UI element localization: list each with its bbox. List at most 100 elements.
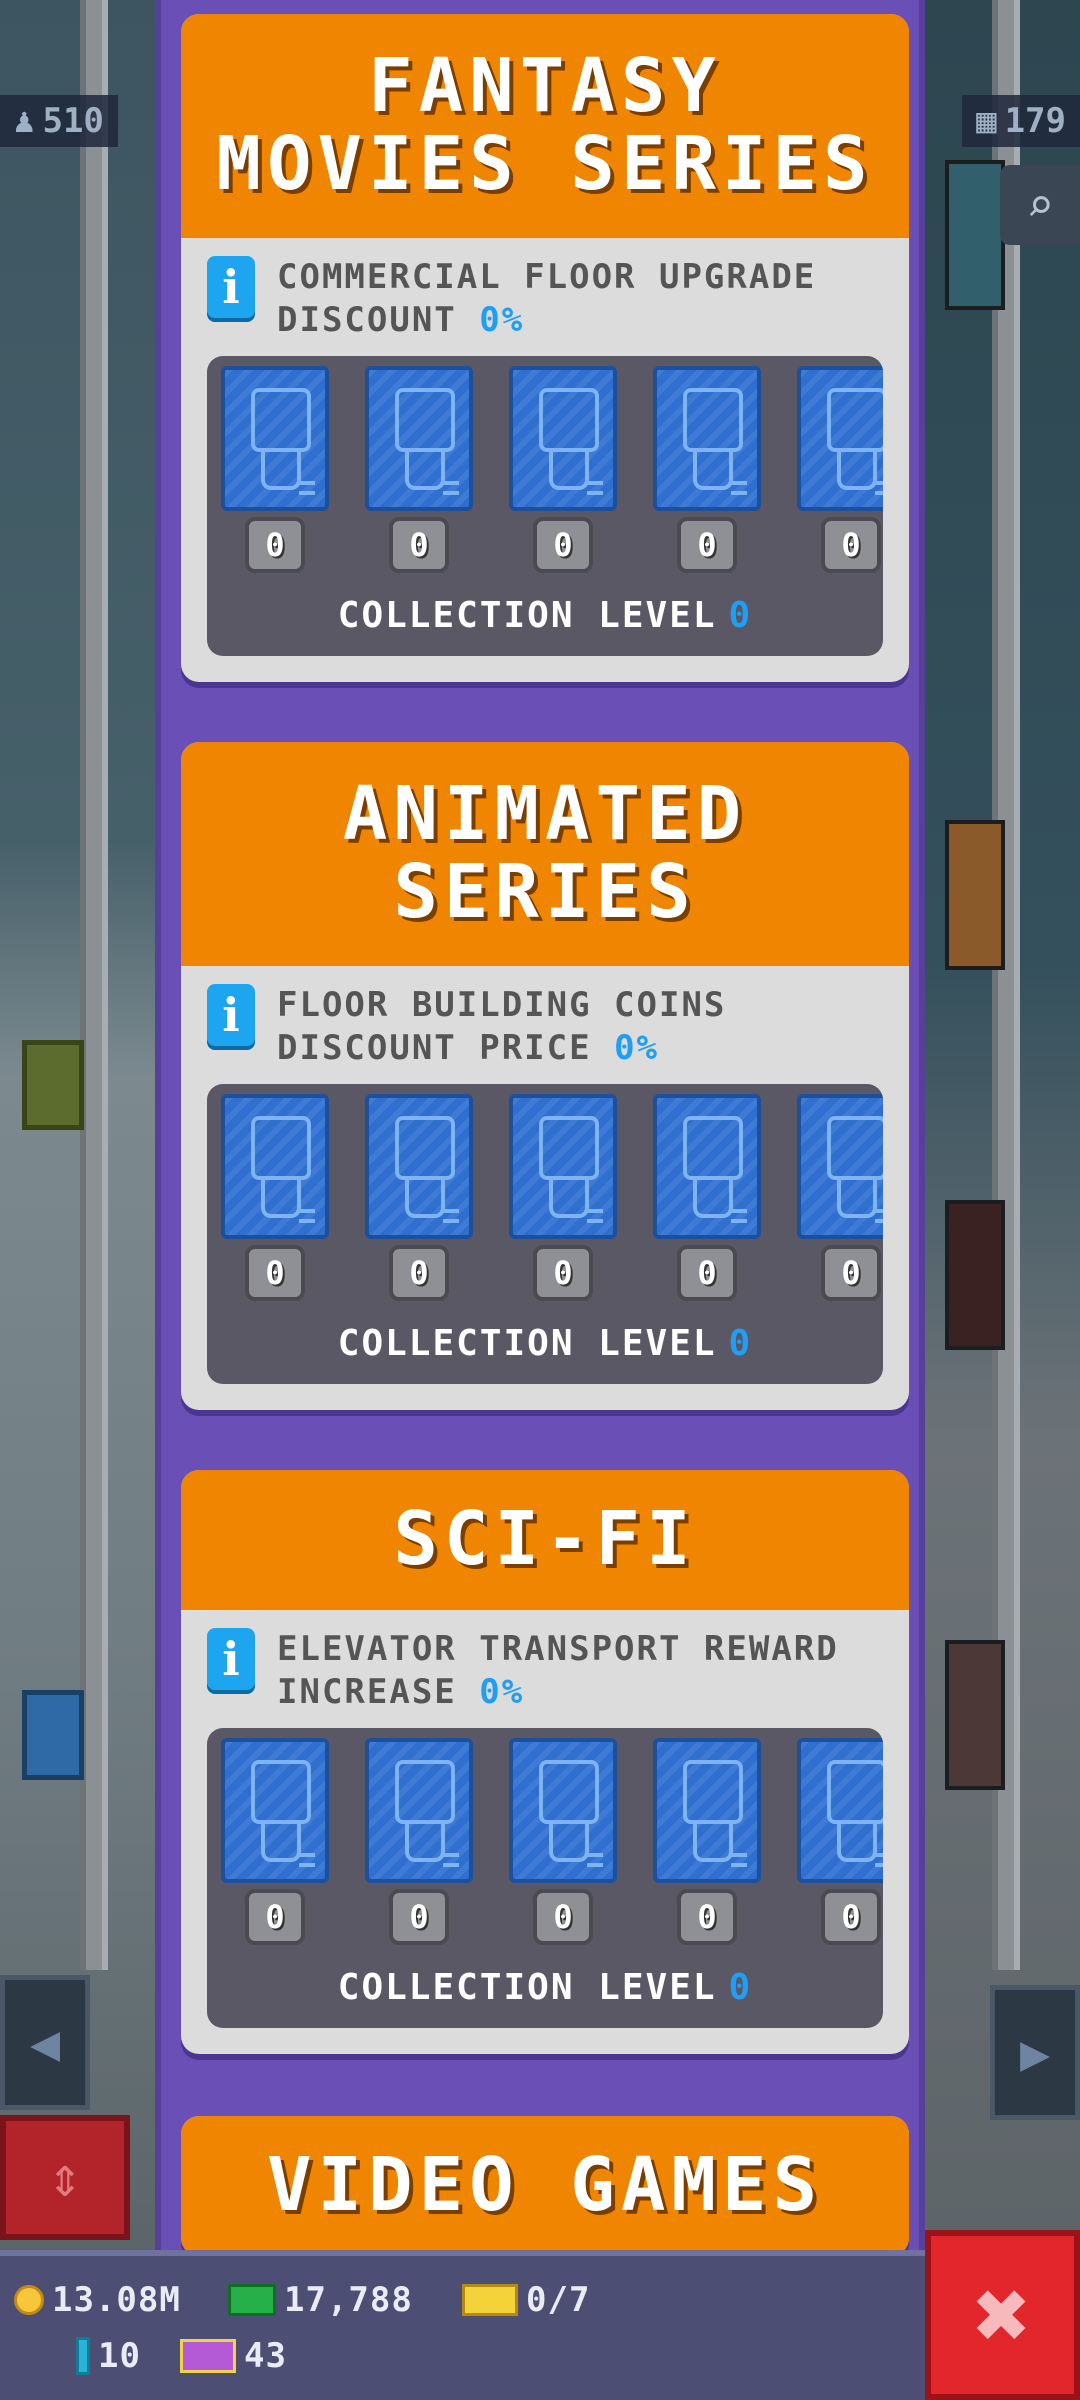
gem-icon — [76, 2337, 90, 2375]
tv-tickets-resource: 43 — [180, 2336, 287, 2376]
residents-counter: ♟ 510 — [0, 95, 118, 147]
card-back-icon — [365, 1738, 473, 1883]
collectible-card-slot[interactable]: 0 — [653, 366, 761, 573]
tickets-resource: 0/7 — [462, 2280, 590, 2320]
billboard-sign — [22, 1690, 84, 1780]
collection-card-animated: ANIMATED SERIES i FLOOR BUILDING COINS D… — [181, 742, 909, 1410]
bux-value: 17,788 — [284, 2280, 413, 2320]
bonus-value: 0% — [479, 1672, 525, 1712]
collectible-card-slot[interactable]: 0 — [509, 1094, 617, 1301]
card-count: 0 — [533, 517, 593, 573]
ticket-icon — [462, 2284, 518, 2316]
floor-tile — [945, 820, 1005, 970]
card-back-icon — [365, 366, 473, 511]
bux-icon — [228, 2284, 276, 2316]
elevator-button[interactable]: ⇕ — [0, 2115, 130, 2240]
close-icon: ✖ — [973, 2259, 1032, 2371]
collectible-card-slot[interactable]: 0 — [365, 366, 473, 573]
card-count: 0 — [389, 1245, 449, 1301]
info-icon[interactable]: i — [207, 1628, 255, 1690]
collection-title: ANIMATED SERIES — [342, 771, 748, 935]
collection-bonus: i FLOOR BUILDING COINS DISCOUNT PRICE 0% — [207, 984, 883, 1070]
collection-title: FANTASY MOVIES SERIES — [216, 43, 874, 207]
card-back-icon — [221, 366, 329, 511]
card-collection: 0 0 0 0 0 COLLECTION LEVEL 0 — [207, 1084, 883, 1384]
residents-count: 510 — [42, 101, 104, 141]
level-label: COLLECTION LEVEL — [337, 1967, 717, 2008]
tv-ticket-icon — [180, 2339, 236, 2373]
card-count: 0 — [245, 1245, 305, 1301]
card-count: 0 — [389, 1889, 449, 1945]
collection-level: COLLECTION LEVEL 0 — [221, 595, 883, 636]
card-back-icon — [653, 366, 761, 511]
collectible-card-slot[interactable]: 0 — [365, 1738, 473, 1945]
collectible-card-slot[interactable]: 0 — [797, 1094, 883, 1301]
card-count: 0 — [389, 517, 449, 573]
level-value: 0 — [728, 1323, 753, 1364]
collections-panel[interactable]: FANTASY MOVIES SERIES i COMMERCIAL FLOOR… — [155, 0, 925, 2260]
collection-level: COLLECTION LEVEL 0 — [221, 1323, 883, 1364]
floors-counter: ▦ 179 — [962, 95, 1080, 147]
floor-tile — [945, 160, 1005, 310]
collectible-card-slot[interactable]: 0 — [653, 1738, 761, 1945]
collection-card-videogames: VIDEO GAMES — [181, 2116, 909, 2256]
card-back-icon — [797, 366, 883, 511]
level-label: COLLECTION LEVEL — [337, 1323, 717, 1364]
collectible-card-slot[interactable]: 0 — [509, 366, 617, 573]
collectible-card-slot[interactable]: 0 — [509, 1738, 617, 1945]
card-count: 0 — [245, 517, 305, 573]
right-nav-button[interactable]: ▶ — [990, 1985, 1080, 2120]
collection-bonus: i COMMERCIAL FLOOR UPGRADE DISCOUNT 0% — [207, 256, 883, 342]
gems-resource: 10 — [76, 2336, 141, 2376]
collectible-card-slot[interactable]: 0 — [365, 1094, 473, 1301]
card-back-icon — [221, 1094, 329, 1239]
collection-header: SCI-FI — [181, 1470, 909, 1610]
collection-level: COLLECTION LEVEL 0 — [221, 1967, 883, 2008]
card-back-icon — [797, 1738, 883, 1883]
coins-value: 13.08M — [52, 2280, 181, 2320]
bonus-label: COMMERCIAL FLOOR UPGRADE DISCOUNT — [277, 257, 817, 340]
collection-title: VIDEO GAMES — [266, 2142, 824, 2229]
card-count: 0 — [245, 1889, 305, 1945]
resource-bar: 13.08M 17,788 0/7 10 43 — [0, 2250, 925, 2400]
level-label: COLLECTION LEVEL — [337, 595, 717, 636]
close-button[interactable]: ✖ — [925, 2230, 1080, 2400]
bux-resource: 17,788 — [228, 2280, 413, 2320]
info-icon[interactable]: i — [207, 984, 255, 1046]
collectible-card-slot[interactable]: 0 — [221, 1094, 329, 1301]
floors-count: 179 — [1004, 101, 1066, 141]
collectible-card-slot[interactable]: 0 — [653, 1094, 761, 1301]
collectible-card-slot[interactable]: 0 — [221, 1738, 329, 1945]
level-value: 0 — [728, 1967, 753, 2008]
info-icon[interactable]: i — [207, 256, 255, 318]
elevator-shaft-left — [80, 0, 108, 1970]
card-back-icon — [653, 1738, 761, 1883]
card-collection: 0 0 0 0 0 COLLECTION LEVEL 0 — [207, 1728, 883, 2028]
card-count: 0 — [821, 517, 881, 573]
left-nav-button[interactable]: ◀ — [0, 1975, 90, 2110]
person-icon: ♟ — [14, 101, 35, 141]
card-back-icon — [509, 366, 617, 511]
card-count: 0 — [677, 517, 737, 573]
bonus-label: ELEVATOR TRANSPORT REWARD INCREASE — [277, 1629, 839, 1712]
card-count: 0 — [821, 1889, 881, 1945]
card-count: 0 — [533, 1889, 593, 1945]
floor-tile — [945, 1200, 1005, 1350]
gems-value: 10 — [98, 2336, 141, 2376]
card-back-icon — [653, 1094, 761, 1239]
collectible-card-slot[interactable]: 0 — [797, 366, 883, 573]
collectible-card-slot[interactable]: 0 — [221, 366, 329, 573]
level-value: 0 — [728, 595, 753, 636]
bonus-value: 0% — [479, 300, 525, 340]
collection-bonus: i ELEVATOR TRANSPORT REWARD INCREASE 0% — [207, 1628, 883, 1714]
coins-resource: 13.08M — [14, 2280, 181, 2320]
card-back-icon — [221, 1738, 329, 1883]
bonus-value: 0% — [614, 1028, 660, 1068]
card-back-icon — [509, 1738, 617, 1883]
collection-title: SCI-FI — [393, 1496, 697, 1583]
billboard-sign — [22, 1040, 84, 1130]
collectible-card-slot[interactable]: 0 — [797, 1738, 883, 1945]
tickets-value: 0/7 — [526, 2280, 591, 2320]
search-icon[interactable]: ⌕ — [1000, 165, 1080, 245]
collection-card-fantasy: FANTASY MOVIES SERIES i COMMERCIAL FLOOR… — [181, 14, 909, 682]
